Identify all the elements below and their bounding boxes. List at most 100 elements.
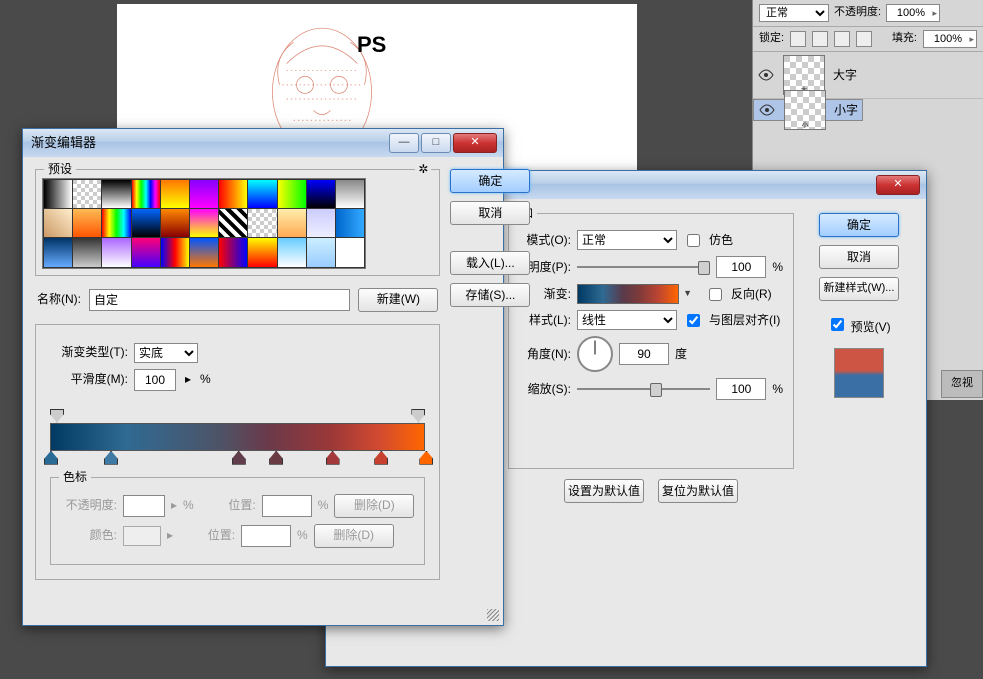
color-stop[interactable] [104, 451, 118, 465]
visibility-icon[interactable] [758, 101, 776, 119]
ignore-tab[interactable]: 忽视 [941, 370, 983, 398]
new-button[interactable]: 新建(W) [358, 288, 438, 312]
preset-swatch[interactable] [248, 180, 276, 208]
minimize-button[interactable]: — [389, 133, 419, 153]
lock-all-icon[interactable] [856, 31, 872, 47]
preset-swatch[interactable] [248, 209, 276, 237]
stop-opacity-input [123, 495, 165, 517]
opacity-value[interactable]: 100% [886, 4, 940, 22]
align-checkbox[interactable] [687, 314, 700, 327]
preset-swatch[interactable] [102, 209, 130, 237]
maximize-button[interactable]: □ [421, 133, 451, 153]
layer-name[interactable]: 大字 [833, 68, 857, 82]
smoothness-input[interactable] [134, 369, 176, 391]
preset-swatch[interactable] [102, 238, 130, 266]
preset-swatch[interactable] [307, 209, 335, 237]
new-style-button[interactable]: 新建样式(W)... [819, 277, 899, 301]
preset-swatch[interactable] [248, 238, 276, 266]
color-stop[interactable] [232, 451, 246, 465]
color-stop[interactable] [269, 451, 283, 465]
resize-handle[interactable] [487, 609, 499, 621]
ok-button[interactable]: 确定 [819, 213, 899, 237]
preset-swatch[interactable] [161, 180, 189, 208]
preview-swatch [834, 348, 884, 398]
preset-swatch[interactable] [132, 209, 160, 237]
titlebar[interactable]: 渐变编辑器 — □ ✕ [23, 129, 503, 157]
save-button[interactable]: 存储(S)... [450, 283, 530, 307]
smoothness-label: 平滑度(M): [50, 372, 128, 386]
blend-mode-select[interactable]: 正常 [577, 230, 677, 250]
angle-input[interactable] [619, 343, 669, 365]
lock-position-icon[interactable] [834, 31, 850, 47]
gradient-bar[interactable] [50, 423, 425, 451]
preset-swatch[interactable] [161, 209, 189, 237]
blend-mode-select[interactable]: 正常 [759, 4, 829, 22]
preset-swatch[interactable] [190, 209, 218, 237]
close-button[interactable]: ✕ [876, 175, 920, 195]
cancel-button[interactable]: 取消 [819, 245, 899, 269]
load-button[interactable]: 载入(L)... [450, 251, 530, 275]
ok-button[interactable]: 确定 [450, 169, 530, 193]
preset-swatch[interactable] [44, 238, 72, 266]
gradient-type-select[interactable]: 实底 [134, 343, 198, 363]
delete-stop-button: 删除(D) [334, 494, 414, 518]
gradient-style-select[interactable]: 线性 [577, 310, 677, 330]
angle-dial[interactable] [577, 336, 613, 372]
preview-label: 预览(V) [851, 320, 891, 334]
preset-swatch[interactable] [219, 209, 247, 237]
preview-checkbox[interactable] [831, 318, 844, 331]
align-label: 与图层对齐(I) [709, 313, 780, 327]
make-default-button[interactable]: 设置为默认值 [564, 479, 644, 503]
gear-icon[interactable]: ✲ [415, 162, 431, 176]
layer-name[interactable]: 小字 [834, 103, 858, 117]
preset-swatch[interactable] [307, 180, 335, 208]
preset-swatch[interactable] [190, 180, 218, 208]
preset-swatch[interactable] [278, 238, 306, 266]
reset-default-button[interactable]: 复位为默认值 [658, 479, 738, 503]
preset-swatch[interactable] [307, 238, 335, 266]
reverse-checkbox[interactable] [709, 288, 722, 301]
preset-swatch[interactable] [44, 180, 72, 208]
color-stop[interactable] [419, 451, 433, 465]
fill-value[interactable]: 100% [923, 30, 977, 48]
preset-swatch[interactable] [336, 209, 364, 237]
preset-swatch[interactable] [278, 180, 306, 208]
preset-swatch[interactable] [278, 209, 306, 237]
close-button[interactable]: ✕ [453, 133, 497, 153]
preset-swatch[interactable] [219, 180, 247, 208]
dither-label: 仿色 [709, 233, 733, 247]
gradient-name-input[interactable] [89, 289, 350, 311]
preset-swatch[interactable] [336, 180, 364, 208]
opacity-stop[interactable] [50, 409, 64, 423]
preset-swatch[interactable] [336, 238, 364, 266]
preset-swatch[interactable] [73, 238, 101, 266]
cancel-button[interactable]: 取消 [450, 201, 530, 225]
lock-transparency-icon[interactable] [790, 31, 806, 47]
opacity-stop[interactable] [411, 409, 425, 423]
dither-checkbox[interactable] [687, 234, 700, 247]
color-stop[interactable] [44, 451, 58, 465]
scale-input[interactable] [716, 378, 766, 400]
preset-swatch[interactable] [102, 180, 130, 208]
opacity-label: 不透明度: [834, 6, 881, 19]
opacity-input[interactable] [716, 256, 766, 278]
preset-swatch[interactable] [219, 238, 247, 266]
preset-swatch[interactable] [73, 180, 101, 208]
stop-color-label: 颜色: [61, 528, 117, 542]
preset-swatch[interactable] [73, 209, 101, 237]
color-stop[interactable] [326, 451, 340, 465]
preset-swatch[interactable] [161, 238, 189, 266]
visibility-icon[interactable] [757, 66, 775, 84]
preset-swatch[interactable] [190, 238, 218, 266]
preset-swatch[interactable] [132, 180, 160, 208]
preset-swatch[interactable] [44, 209, 72, 237]
canvas-text: PS [357, 32, 386, 58]
opacity-slider[interactable] [577, 261, 710, 273]
gradient-swatch[interactable] [577, 284, 679, 304]
layer-row[interactable]: 小 小字 [753, 99, 863, 121]
preset-swatch[interactable] [132, 238, 160, 266]
scale-slider[interactable] [577, 383, 710, 395]
stop-opacity-label: 不透明度: [61, 498, 117, 512]
lock-pixels-icon[interactable] [812, 31, 828, 47]
color-stop[interactable] [374, 451, 388, 465]
